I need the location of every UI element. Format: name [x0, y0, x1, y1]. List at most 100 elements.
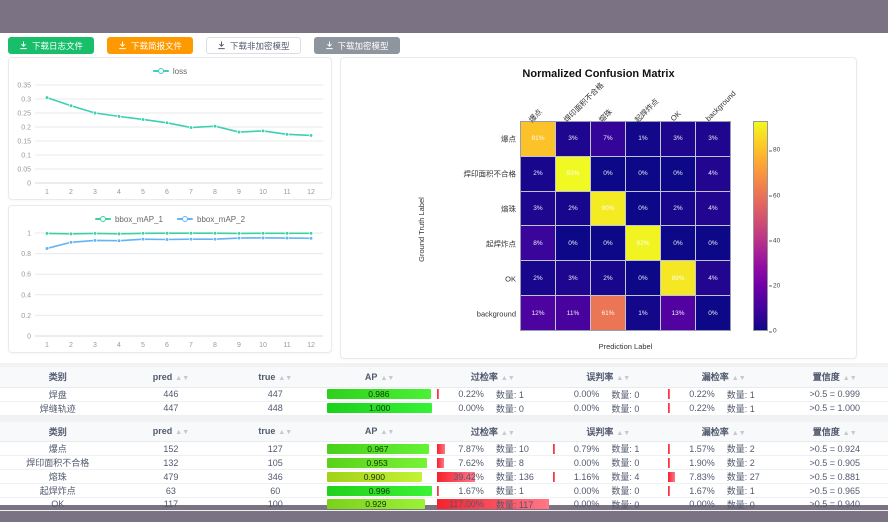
table-row: 熔珠4793460.90039.42%数量: 1361.16%数量: 47.83…: [0, 470, 888, 484]
svg-text:0.4: 0.4: [21, 292, 31, 299]
download-button-3[interactable]: 下载加密模型: [314, 37, 400, 54]
column-header-4[interactable]: 过检率▲▼: [435, 367, 550, 387]
heatmap-cell: 2%: [521, 261, 555, 295]
svg-text:0.25: 0.25: [17, 111, 31, 118]
sort-icon[interactable]: ▲▼: [175, 429, 189, 436]
svg-text:0.35: 0.35: [17, 83, 31, 90]
ap-cell: 0.986: [324, 387, 435, 401]
sort-icon[interactable]: ▲▼: [843, 375, 857, 382]
column-header-0: 类别: [0, 422, 115, 442]
download-button-0[interactable]: 下载日志文件: [8, 37, 94, 54]
true-cell: 346: [226, 470, 324, 484]
rate-count: 数量: 1: [715, 484, 773, 497]
miss-cell: 0.22%数量: 1: [666, 401, 781, 415]
legend-label: bbox_mAP_1: [115, 215, 163, 224]
button-label: 下载加密模型: [338, 40, 389, 52]
confusion-matrix-title: Normalized Confusion Matrix: [341, 68, 856, 80]
category-cell: OK: [0, 498, 115, 511]
column-header-label: AP: [365, 426, 378, 436]
column-header-5[interactable]: 误判率▲▼: [551, 422, 666, 442]
overcheck-cell: 39.42%数量: 136: [435, 470, 550, 484]
sort-icon[interactable]: ▲▼: [616, 375, 630, 382]
confidence-cell: >0.5 = 1.000: [781, 401, 888, 415]
svg-text:10: 10: [259, 189, 267, 196]
column-header-6[interactable]: 漏检率▲▼: [666, 367, 781, 387]
sort-icon[interactable]: ▲▼: [501, 430, 515, 437]
rate-percent: 0.22%: [668, 389, 715, 399]
column-header-7[interactable]: 置信度▲▼: [781, 367, 888, 387]
legend-item-loss[interactable]: loss: [153, 67, 187, 76]
ap-bar: 0.953: [327, 458, 427, 468]
sort-icon[interactable]: ▲▼: [380, 429, 394, 436]
column-header-label: 误判率: [586, 372, 613, 382]
sort-icon[interactable]: ▲▼: [616, 430, 630, 437]
ap-bar: 0.967: [327, 444, 429, 454]
sort-icon[interactable]: ▲▼: [501, 375, 515, 382]
map-chart: 00.20.40.60.81123456789101112: [9, 228, 331, 350]
column-header-label: 漏检率: [702, 427, 729, 437]
column-header-4[interactable]: 过检率▲▼: [435, 422, 550, 442]
svg-text:1: 1: [45, 342, 49, 349]
heatmap-cell: 4%: [696, 157, 730, 191]
sort-icon[interactable]: ▲▼: [175, 375, 189, 382]
column-header-7[interactable]: 置信度▲▼: [781, 422, 888, 442]
true-cell: 448: [226, 401, 324, 415]
rate-count: 数量: 0: [599, 456, 657, 469]
overall-metrics-table: 类别pred▲▼true▲▼AP▲▼过检率▲▼误判率▲▼漏检率▲▼置信度▲▼焊盘…: [0, 367, 888, 416]
column-header-2[interactable]: true▲▼: [226, 367, 324, 387]
column-header-5[interactable]: 误判率▲▼: [551, 367, 666, 387]
svg-text:0.2: 0.2: [21, 125, 31, 132]
charts-section: loss 00.050.10.150.20.250.30.35123456789…: [0, 57, 888, 363]
column-header-label: 过检率: [471, 372, 498, 382]
ap-cell: 0.953: [324, 456, 435, 470]
table-row: 起焊炸点63600.9961.67%数量: 10.00%数量: 01.67%数量…: [0, 484, 888, 498]
svg-text:0.8: 0.8: [21, 251, 31, 258]
svg-text:5: 5: [141, 189, 145, 196]
sort-icon[interactable]: ▲▼: [732, 430, 746, 437]
column-header-2[interactable]: true▲▼: [226, 422, 324, 442]
column-header-3[interactable]: AP▲▼: [324, 367, 435, 387]
svg-text:0.1: 0.1: [21, 153, 31, 160]
legend-item-bbox_mAP_2[interactable]: bbox_mAP_2: [177, 215, 245, 224]
matrix-row-label: OK: [416, 274, 516, 283]
toolbar: 下载日志文件下载简报文件下载非加密模型 下载加密模型: [0, 33, 888, 57]
rate-count: 数量: 136: [484, 470, 542, 483]
svg-text:2: 2: [69, 342, 73, 349]
pred-cell: 152: [115, 442, 226, 456]
svg-text:11: 11: [283, 342, 290, 349]
column-header-1[interactable]: pred▲▼: [115, 422, 226, 442]
sort-icon[interactable]: ▲▼: [380, 375, 394, 382]
heatmap-cell: 2%: [521, 157, 555, 191]
svg-text:10: 10: [259, 342, 267, 349]
rate-percent: 7.83%: [668, 472, 715, 482]
column-header-1[interactable]: pred▲▼: [115, 367, 226, 387]
misjudge-cell: 0.00%数量: 0: [551, 498, 666, 511]
download-button-2[interactable]: 下载非加密模型: [206, 37, 301, 54]
column-header-6[interactable]: 漏检率▲▼: [666, 422, 781, 442]
sort-icon[interactable]: ▲▼: [278, 375, 292, 382]
miss-cell: 1.57%数量: 2: [666, 442, 781, 456]
rate-count: 数量: 2: [715, 456, 773, 469]
miss-cell: 0.00%数量: 0: [666, 498, 781, 511]
rate-count: 数量: 0: [484, 402, 542, 415]
ap-bar: 0.900: [327, 472, 422, 482]
metrics-tables-section: 类别pred▲▼true▲▼AP▲▼过检率▲▼误判率▲▼漏检率▲▼置信度▲▼焊盘…: [0, 363, 888, 511]
sort-icon[interactable]: ▲▼: [732, 375, 746, 382]
overcheck-cell: 1.67%数量: 1: [435, 484, 550, 498]
download-icon: [217, 41, 226, 50]
svg-text:5: 5: [141, 342, 145, 349]
download-button-1[interactable]: 下载简报文件: [107, 37, 193, 54]
matrix-row-label: background: [416, 309, 516, 318]
ap-cell: 1.000: [324, 401, 435, 415]
map-chart-card: bbox_mAP_1bbox_mAP_2 00.20.40.60.8112345…: [8, 205, 332, 353]
column-header-label: 类别: [49, 427, 67, 437]
sort-icon[interactable]: ▲▼: [278, 429, 292, 436]
svg-text:0: 0: [27, 181, 31, 188]
miss-cell: 7.83%数量: 27: [666, 470, 781, 484]
svg-text:6: 6: [165, 342, 169, 349]
sort-icon[interactable]: ▲▼: [843, 430, 857, 437]
legend-item-bbox_mAP_1[interactable]: bbox_mAP_1: [95, 215, 163, 224]
confidence-cell: >0.5 = 0.905: [781, 456, 888, 470]
legend-marker-icon: [177, 218, 193, 220]
column-header-3[interactable]: AP▲▼: [324, 422, 435, 442]
